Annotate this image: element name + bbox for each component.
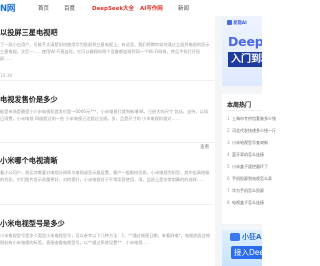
hot-item-label: 河北代发快递多少钱一斤 [232, 128, 276, 133]
hot-item[interactable]: 8 电视盒子怎么连接 [227, 200, 264, 206]
site-logo[interactable]: N网 [0, 2, 15, 14]
hot-item-label: 电视盒子怎么连接 [232, 200, 264, 205]
hot-panel-title: 本周热门 [227, 102, 252, 109]
article-excerpt: 能是市场是最受小少米电视机首发价是一0000元***，小米电视打就到新增4K，已… [0, 109, 208, 122]
nav-item-baidu[interactable]: 百度 [64, 4, 75, 12]
article-date: 10-30 [0, 73, 13, 78]
nav-item-news[interactable]: 新闻 [178, 4, 189, 12]
hot-item[interactable]: 7 华为手机怎么投屏 [227, 188, 264, 194]
ad2-title: 小狂A [242, 233, 262, 241]
nav-item-ai-writing[interactable]: AI写作网 [140, 4, 163, 12]
hot-articles-panel: 本周热门 1 上海市专供包套装多少钱 2 河北代发快递多少钱一斤 3 小米电视型号查询… [222, 94, 276, 224]
divider [0, 204, 214, 205]
ad-title: DeepSe [228, 34, 262, 49]
ad-brand: 发现AI [227, 20, 247, 26]
hot-item[interactable]: 5 小米盒子遥控器坏了 [227, 164, 268, 170]
xiaokuang-ad-banner[interactable]: 小狂A 接入DeepSeek [222, 230, 262, 266]
article-excerpt: 看小公司户，购买你需要对电视分辨率与电视或显示器设置，客户一般都给优质。小米电视… [0, 170, 210, 183]
article-title[interactable]: 小米电视型号是多少 [0, 219, 65, 229]
ad-brand-label: 发现AI [233, 21, 247, 26]
hot-item[interactable]: 4 蓝牙耳机怎么连接 [227, 152, 264, 158]
hot-item-label: 小米盒子遥控器坏了 [232, 164, 268, 169]
hot-item-label: 蓝牙耳机怎么连接 [232, 152, 264, 157]
hot-item[interactable]: 2 河北代发快递多少钱一斤 [227, 128, 276, 134]
hot-item[interactable]: 1 上海市专供包套装多少钱 [227, 116, 276, 122]
article-list: 以投屏三星电视吧 了一段小白用户，可能不太清楚如何使用华为投屏到三星电视上。有这… [0, 16, 215, 266]
hot-item[interactable]: 3 小米电视型号查询新 [227, 140, 268, 146]
divider [0, 80, 214, 81]
robot-icon [230, 233, 240, 241]
article-excerpt: 小米电视型号是多少类型小米电视型号，可以参考以下几种方法：1、**通过电视日期，… [0, 233, 210, 246]
article-excerpt: 了一段小白用户，可能不太清楚如何使用华为投屏到三星电视上。有这里，我们将教你如何… [0, 42, 210, 62]
hot-item-label: 小米电视型号查询新 [232, 140, 268, 145]
view-more-link[interactable]: 查看 [200, 144, 209, 150]
nav-item-deepseek[interactable]: DeepSeek大全 [92, 4, 134, 12]
hot-item-label: 华为手机怎么投屏 [232, 188, 264, 193]
ad2-subtitle: 接入DeepSeek [231, 246, 262, 259]
article-title[interactable]: 以投屏三星电视吧 [0, 28, 58, 38]
brand-logo-icon [227, 20, 232, 25]
hot-item-label: 上海市专供包套装多少钱 [232, 116, 276, 121]
article-title[interactable]: 小米哪个电视清晰 [0, 156, 58, 166]
ad-subtitle: 入门到精 [228, 52, 262, 67]
top-nav: N网 首页 百度 DeepSeek大全 AI写作网 新闻 [0, 0, 262, 17]
nav-item-home[interactable]: 首页 [38, 4, 49, 12]
hot-item-label: 手机投屏到电视怎么弄 [232, 176, 272, 181]
article-title[interactable]: 电视发售价是多少 [0, 95, 58, 105]
divider [0, 142, 214, 143]
page-body: 以投屏三星电视吧 了一段小白用户，可能不太清楚如何使用华为投屏到三星电视上。有这… [0, 16, 276, 266]
hot-item[interactable]: 6 手机投屏到电视怎么弄 [227, 176, 272, 182]
deepseek-ad-banner[interactable]: 发现AI DeepSe 入门到精 [222, 16, 262, 86]
divider [227, 110, 262, 111]
